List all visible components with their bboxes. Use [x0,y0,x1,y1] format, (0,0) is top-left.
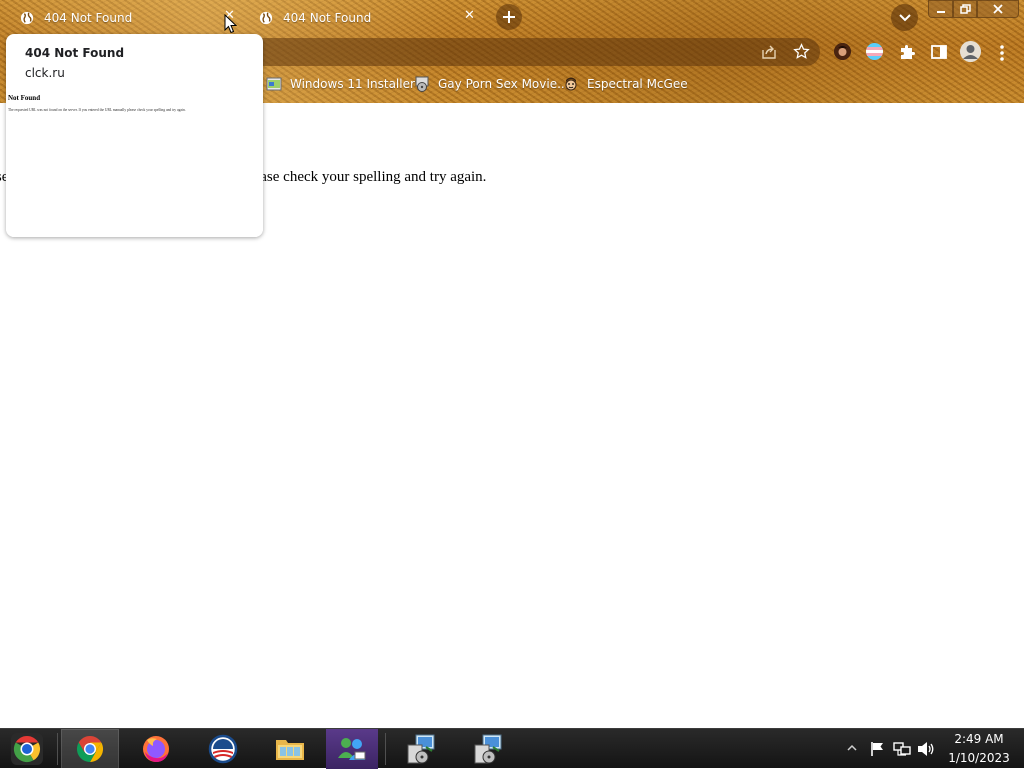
window-minimize-button[interactable] [928,0,953,18]
clock-date[interactable]: 1/10/2023 [940,751,1018,765]
plus-icon [503,11,515,23]
volume-icon[interactable] [917,741,935,757]
side-panel-icon[interactable] [930,43,948,61]
profile-avatar-icon[interactable] [960,41,981,62]
messenger-people-icon [338,738,366,760]
mouse-cursor-icon [224,14,237,34]
bookmark-label: Gay Porn Sex Movie... [438,77,569,91]
bookmark-gay-porn-sex-movie[interactable]: Gay Porn Sex Movie... [414,75,569,93]
start-button[interactable] [0,729,54,769]
bookmark-label: Windows 11 Installer [290,77,415,91]
window-close-button[interactable] [977,0,1019,18]
hover-card-domain: clck.ru [25,66,65,80]
bookmark-windows-11-installer[interactable]: Windows 11 Installer [266,75,415,93]
address-bar[interactable] [250,38,820,66]
globe-icon [259,11,273,25]
tab-hover-card: 404 Not Found clck.ru Not Found The requ… [6,34,263,237]
bookmark-label: Espectral McGee [587,77,688,91]
tab-title: 404 Not Found [283,11,372,25]
bookmark-star-icon[interactable] [793,43,810,60]
globe-icon [20,11,34,25]
disc-icon [415,76,429,92]
tab-404-not-found-active[interactable]: 404 Not Found ✕ [20,4,242,32]
minimize-icon [936,11,945,13]
tray-overflow-chevron-icon[interactable] [847,744,857,752]
preview-heading: Not Found [8,94,41,102]
extension-trans-flag-icon[interactable] [866,43,883,60]
face-icon [565,77,577,91]
taskbar-separator [385,733,386,765]
tab-title: 404 Not Found [44,11,133,25]
firefox-icon [143,736,169,762]
taskbar-firefox[interactable] [127,729,185,769]
network-icon[interactable] [893,741,911,757]
tab-search-button[interactable] [891,4,918,31]
taskbar-separator [57,733,58,765]
taskbar-messenger[interactable] [326,729,378,769]
chrome-icon [76,735,104,763]
extensions-puzzle-icon[interactable] [898,43,916,61]
close-icon [993,4,1003,14]
taskbar-installer-2[interactable] [460,729,518,769]
obama-logo-icon [208,734,238,764]
taskbar-installer-1[interactable] [393,729,451,769]
kebab-menu-icon[interactable] [999,44,1005,62]
action-center-flag-icon[interactable] [869,741,885,757]
restore-icon [959,4,971,14]
taskbar-chrome[interactable] [61,729,119,769]
taskbar-file-explorer[interactable] [261,729,319,769]
window-maximize-button[interactable] [953,0,977,18]
extension-avatar-icon[interactable] [834,43,851,60]
tab-404-not-found[interactable]: 404 Not Found ✕ [259,4,481,32]
taskbar-obama-logo[interactable] [194,729,252,769]
hover-card-title: 404 Not Found [25,46,125,60]
hover-card-preview: Not Found The requested URL was not foun… [6,91,263,237]
bookmark-espectral-mcgee[interactable]: Espectral McGee [563,75,688,93]
share-icon[interactable] [761,44,777,60]
clock-time[interactable]: 2:49 AM [940,732,1018,746]
start-orb-icon [11,733,43,765]
installer-icon [474,734,502,764]
new-tab-button[interactable] [496,4,522,30]
chevron-down-icon [898,13,911,21]
windows-installer-icon [266,77,282,91]
installer-icon [407,734,435,764]
folder-icon [276,740,304,760]
preview-text: The requested URL was not found on the s… [8,108,186,112]
tab-close-icon[interactable]: ✕ [464,8,475,23]
